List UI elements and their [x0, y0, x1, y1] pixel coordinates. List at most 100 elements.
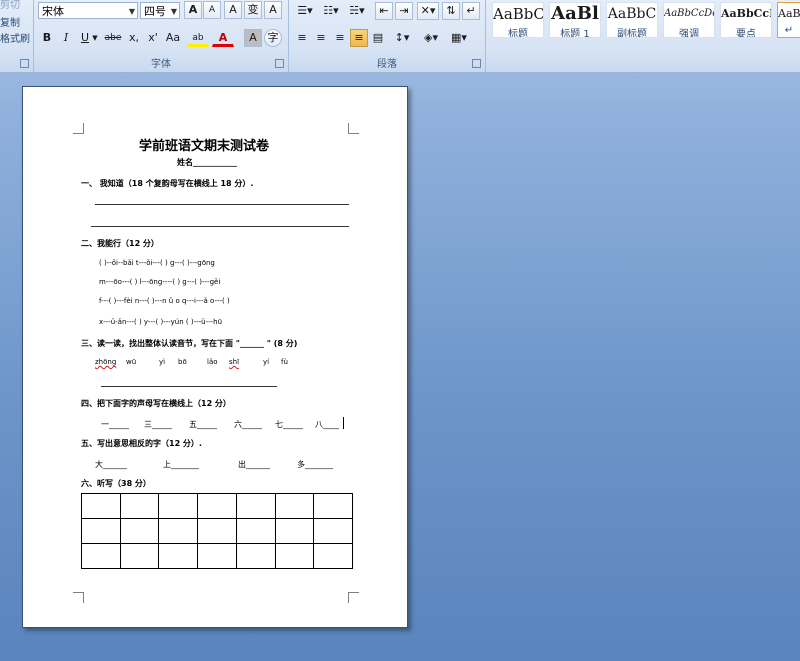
- styles-gallery: AaBbC 标题 AaBl 标题 1 AaBbC 副标题 AaBbCcDc 强调…: [488, 0, 800, 72]
- grid-cell[interactable]: [81, 518, 121, 544]
- line-spacing-icon[interactable]: ↕▾: [391, 29, 413, 47]
- grid-cell[interactable]: [313, 543, 353, 569]
- font-group-label: 字体: [151, 59, 171, 70]
- name-field: 姓名___________: [177, 158, 237, 167]
- grow-font-button[interactable]: A: [184, 1, 202, 19]
- clipboard-group: 剪切 复制 格式刷: [0, 0, 34, 72]
- justify-icon[interactable]: ≡: [350, 29, 368, 47]
- char-shading-button[interactable]: A: [244, 29, 262, 47]
- highlight-button[interactable]: ab: [187, 29, 209, 47]
- grid-cell[interactable]: [274, 518, 315, 544]
- numbering-icon[interactable]: ☷▾: [319, 2, 343, 20]
- paragraph-group: ☰▾ ☷▾ ☵▾ ⇤ ⇥ ✕▾ ⇅ ↵ ≡ ≡ ≡ ≡ ▤ ↕▾ ◈▾ ▦▾ 段…: [289, 0, 486, 72]
- chevron-down-icon: ▼: [128, 7, 135, 16]
- underline-dropdown-icon[interactable]: ▼: [90, 29, 100, 47]
- style-title[interactable]: AaBbC 标题: [492, 2, 544, 38]
- question-2: 二、我能行（12 分）: [81, 239, 159, 248]
- margin-corner-mark: [348, 592, 359, 603]
- q3-pinyin: wū: [126, 358, 137, 366]
- superscript-button[interactable]: x': [144, 29, 162, 47]
- margin-corner-mark: [73, 592, 84, 603]
- grid-cell[interactable]: [235, 493, 276, 519]
- align-center-icon[interactable]: ≡: [312, 29, 330, 47]
- grid-cell[interactable]: [119, 518, 160, 544]
- q3-pinyin: zhōng: [95, 358, 117, 366]
- align-right-icon[interactable]: ≡: [331, 29, 349, 47]
- q2-row: x---ü-ǎn---( ) y---( )---yún ( )---ü---h…: [99, 318, 223, 326]
- italic-button[interactable]: I: [57, 29, 75, 47]
- sort-icon[interactable]: ⇅: [442, 2, 460, 20]
- bold-button[interactable]: B: [38, 29, 56, 47]
- font-color-button[interactable]: A: [212, 29, 234, 47]
- grid-cell[interactable]: [274, 493, 315, 519]
- strikethrough-button[interactable]: abe: [102, 29, 124, 47]
- q3-pinyin: shī: [229, 358, 240, 366]
- grid-cell[interactable]: [119, 543, 160, 569]
- clipboard-launcher-icon[interactable]: [20, 59, 29, 68]
- font-size-combo[interactable]: 四号 ▼: [140, 2, 180, 19]
- increase-indent-icon[interactable]: ⇥: [395, 2, 413, 20]
- q3-pinyin: lǎo: [207, 358, 218, 366]
- q2-row: f---( )---fèi n---( )---n ǔ o q---i---ǎ …: [99, 297, 230, 305]
- grid-cell[interactable]: [81, 543, 121, 569]
- question-6: 六、听写（38 分）: [81, 479, 151, 488]
- font-launcher-icon[interactable]: [275, 59, 284, 68]
- q5-item: 出______: [238, 460, 270, 469]
- char-border-button[interactable]: A: [264, 1, 282, 19]
- grid-cell[interactable]: [119, 493, 160, 519]
- subscript-button[interactable]: x,: [125, 29, 143, 47]
- format-painter-button[interactable]: 格式刷: [0, 30, 30, 45]
- bullets-icon[interactable]: ☰▾: [293, 2, 317, 20]
- document-title: 学前班语文期末测试卷: [139, 139, 270, 154]
- q4-item: 六_____: [234, 420, 262, 429]
- multilevel-list-icon[interactable]: ☵▾: [345, 2, 369, 20]
- q4-item: 三_____: [144, 420, 172, 429]
- q4-item: 一_____: [101, 420, 129, 429]
- grid-cell[interactable]: [197, 518, 237, 544]
- chinese-layout-icon[interactable]: ✕▾: [417, 2, 439, 20]
- font-name-combo[interactable]: 宋体 ▼: [38, 2, 138, 19]
- shrink-font-button[interactable]: A: [203, 1, 221, 19]
- paragraph-launcher-icon[interactable]: [472, 59, 481, 68]
- document-page[interactable]: 学前班语文期末测试卷 姓名___________ 一、 我知道（18 个复韵母写…: [22, 86, 408, 628]
- grid-cell[interactable]: [197, 493, 237, 519]
- grid-cell[interactable]: [235, 543, 276, 569]
- grid-cell[interactable]: [197, 543, 237, 569]
- phonetic-guide-button[interactable]: 变: [244, 1, 262, 19]
- copy-button[interactable]: 复制: [0, 14, 20, 29]
- text-cursor: [343, 417, 344, 429]
- margin-corner-mark: [73, 123, 84, 134]
- grid-cell[interactable]: [158, 543, 199, 569]
- grid-cell[interactable]: [158, 518, 199, 544]
- style-next[interactable]: AaB ↵: [777, 2, 800, 38]
- style-heading-1[interactable]: AaBl 标题 1: [549, 2, 601, 38]
- borders-icon[interactable]: ▦▾: [447, 29, 471, 47]
- distributed-icon[interactable]: ▤: [369, 29, 387, 47]
- font-size-value: 四号: [144, 5, 166, 18]
- grid-cell[interactable]: [158, 493, 199, 519]
- q2-row: m---ōo---( ) l---ōng----( ) g---( )---gě…: [99, 278, 221, 286]
- shading-icon[interactable]: ◈▾: [419, 29, 443, 47]
- q5-item: 上_______: [163, 460, 199, 469]
- align-left-icon[interactable]: ≡: [293, 29, 311, 47]
- style-subtitle[interactable]: AaBbC 副标题: [606, 2, 658, 38]
- q4-item: 五_____: [189, 420, 217, 429]
- grid-cell[interactable]: [274, 543, 315, 569]
- style-emphasis[interactable]: AaBbCcDc 强调: [663, 2, 715, 38]
- question-1: 一、 我知道（18 个复韵母写在横线上 18 分）.: [81, 179, 254, 188]
- clear-format-button[interactable]: A: [224, 1, 242, 19]
- grid-cell[interactable]: [235, 518, 276, 544]
- decrease-indent-icon[interactable]: ⇤: [375, 2, 393, 20]
- change-case-button[interactable]: Aa: [162, 29, 184, 47]
- cut-button[interactable]: 剪切: [0, 0, 20, 11]
- grid-cell[interactable]: [313, 518, 353, 544]
- q3-pinyin: fù: [281, 358, 288, 366]
- grid-cell[interactable]: [81, 493, 121, 519]
- q4-item: 八____: [315, 420, 339, 429]
- show-marks-icon[interactable]: ↵: [462, 2, 480, 20]
- font-group: 宋体 ▼ 四号 ▼ A A A 变 A B I U ▼ abe x, x' Aa…: [34, 0, 289, 72]
- grid-cell[interactable]: [313, 493, 353, 519]
- enclose-char-button[interactable]: 字: [264, 29, 282, 47]
- q4-item: 七_____: [275, 420, 303, 429]
- style-strong[interactable]: AaBbCcD 要点: [720, 2, 772, 38]
